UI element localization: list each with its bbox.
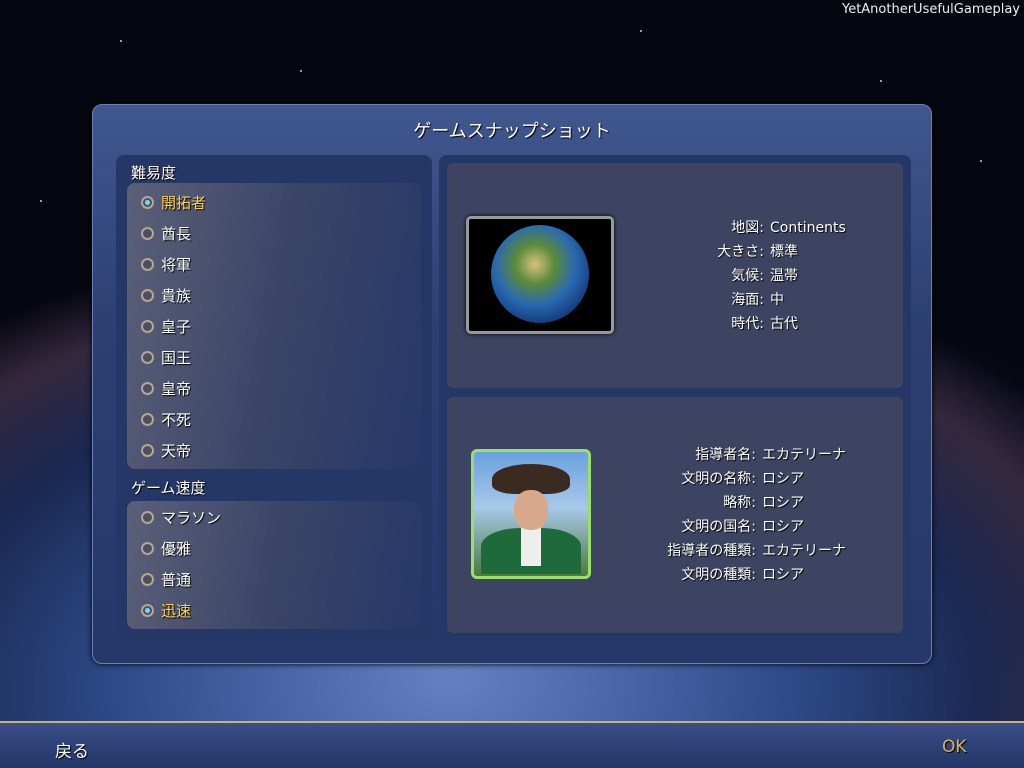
ok-button[interactable]: OK	[942, 737, 967, 757]
option-label: 皇帝	[161, 379, 192, 398]
difficulty-option[interactable]: 国王	[141, 345, 191, 369]
difficulty-option[interactable]: 開拓者	[141, 190, 206, 214]
leader-portrait	[471, 449, 591, 579]
radio-icon[interactable]	[141, 195, 154, 209]
option-label: 優雅	[161, 539, 192, 558]
option-label: マラソン	[161, 508, 222, 527]
option-label: 普通	[161, 570, 192, 589]
info-key: 文明の種類:	[681, 567, 756, 583]
radio-icon[interactable]	[141, 381, 154, 395]
speed-option[interactable]: 優雅	[141, 536, 191, 560]
dialog-title: ゲームスナップショット	[413, 121, 611, 142]
info-value: ロシア	[762, 495, 804, 511]
radio-icon[interactable]	[141, 603, 154, 617]
info-key: 大きさ:	[717, 244, 764, 260]
speed-option[interactable]: 普通	[141, 567, 191, 591]
difficulty-option[interactable]: 将軍	[141, 252, 191, 276]
difficulty-label: 難易度	[131, 164, 177, 182]
info-row: 指導者の種類: エカテリーナ	[617, 539, 846, 563]
radio-icon[interactable]	[141, 443, 154, 457]
option-label: 貴族	[161, 286, 192, 305]
settings-panel: 難易度 開拓者酋長将軍貴族皇子国王皇帝不死天帝 ゲーム速度 マラソン優雅普通迅速	[116, 155, 432, 642]
radio-icon[interactable]	[141, 257, 154, 271]
difficulty-option[interactable]: 貴族	[141, 283, 191, 307]
option-label: 酋長	[161, 224, 192, 243]
summary-panel: 地図: Continents 大きさ: 標準 気候: 温帯 海面: 中時代: 古代 指導者名: エ…	[439, 155, 911, 642]
star	[640, 30, 642, 32]
star	[300, 70, 302, 72]
info-row: 指導者名: エカテリーナ	[617, 443, 846, 467]
difficulty-option[interactable]: 皇帝	[141, 376, 191, 400]
difficulty-group: 開拓者酋長将軍貴族皇子国王皇帝不死天帝	[127, 183, 421, 469]
info-row: 文明の国名: ロシア	[617, 515, 846, 539]
radio-icon[interactable]	[141, 350, 154, 364]
star	[40, 200, 42, 202]
info-key: 海面:	[731, 292, 764, 308]
info-row: 気候: 温帯	[647, 264, 846, 288]
radio-icon[interactable]	[141, 510, 154, 524]
info-key: 気候:	[731, 268, 764, 284]
difficulty-option[interactable]: 酋長	[141, 221, 191, 245]
info-key: 時代:	[731, 316, 764, 332]
map-info: 地図: Continents 大きさ: 標準 気候: 温帯 海面: 中時代: 古代	[647, 216, 846, 336]
info-value: 古代	[770, 316, 798, 332]
speed-option[interactable]: マラソン	[141, 505, 221, 529]
difficulty-option[interactable]: 不死	[141, 407, 191, 431]
watermark: YetAnotherUsefulGameplay	[841, 2, 1020, 17]
info-row: 時代: 古代	[647, 312, 846, 336]
info-row: 略称: ロシア	[617, 491, 846, 515]
info-value: 標準	[770, 244, 798, 260]
info-value: エカテリーナ	[762, 543, 846, 559]
back-button[interactable]: 戻る	[55, 737, 89, 762]
star	[880, 80, 882, 82]
option-label: 迅速	[161, 601, 192, 620]
info-row: 大きさ: 標準	[647, 240, 846, 264]
info-value: ロシア	[762, 567, 804, 583]
info-value: 温帯	[770, 268, 798, 284]
speed-group: マラソン優雅普通迅速	[127, 501, 421, 629]
info-key: 指導者名:	[695, 447, 756, 463]
info-value: 中	[770, 292, 784, 308]
info-value: Continents	[770, 220, 846, 236]
info-key: 指導者の種類:	[667, 543, 756, 559]
info-row: 文明の名称: ロシア	[617, 467, 846, 491]
option-label: 開拓者	[161, 193, 207, 212]
difficulty-option[interactable]: 皇子	[141, 314, 191, 338]
leader-card: 指導者名: エカテリーナ 文明の名称: ロシア 略称: ロシア 文明の国名: ロシア 指導者の種…	[447, 397, 903, 633]
info-key: 略称:	[723, 495, 756, 511]
map-card: 地図: Continents 大きさ: 標準 気候: 温帯 海面: 中時代: 古代	[447, 163, 903, 388]
info-row: 文明の種類: ロシア	[617, 563, 846, 587]
option-label: 不死	[161, 410, 192, 429]
star	[120, 40, 122, 42]
game-snapshot-dialog: ゲームスナップショット 難易度 開拓者酋長将軍貴族皇子国王皇帝不死天帝 ゲーム速…	[92, 104, 932, 664]
leader-info: 指導者名: エカテリーナ 文明の名称: ロシア 略称: ロシア 文明の国名: ロシア 指導者の種…	[617, 443, 846, 587]
info-row: 海面: 中	[647, 288, 846, 312]
option-label: 天帝	[161, 441, 192, 460]
info-key: 地図:	[731, 220, 764, 236]
info-value: エカテリーナ	[762, 447, 846, 463]
map-globe-image	[466, 216, 614, 334]
speed-label: ゲーム速度	[131, 479, 206, 497]
info-value: ロシア	[762, 471, 804, 487]
radio-icon[interactable]	[141, 288, 154, 302]
radio-icon[interactable]	[141, 572, 154, 586]
difficulty-option[interactable]: 天帝	[141, 438, 191, 462]
info-key: 文明の名称:	[681, 471, 756, 487]
option-label: 国王	[161, 348, 192, 367]
radio-icon[interactable]	[141, 226, 154, 240]
radio-icon[interactable]	[141, 412, 154, 426]
option-label: 将軍	[161, 255, 192, 274]
star	[980, 160, 982, 162]
speed-option[interactable]: 迅速	[141, 598, 191, 622]
bottom-bar: 戻る OK	[0, 721, 1024, 768]
info-key: 文明の国名:	[681, 519, 756, 535]
option-label: 皇子	[161, 317, 192, 336]
info-value: ロシア	[762, 519, 804, 535]
radio-icon[interactable]	[141, 319, 154, 333]
radio-icon[interactable]	[141, 541, 154, 555]
info-row: 地図: Continents	[647, 216, 846, 240]
